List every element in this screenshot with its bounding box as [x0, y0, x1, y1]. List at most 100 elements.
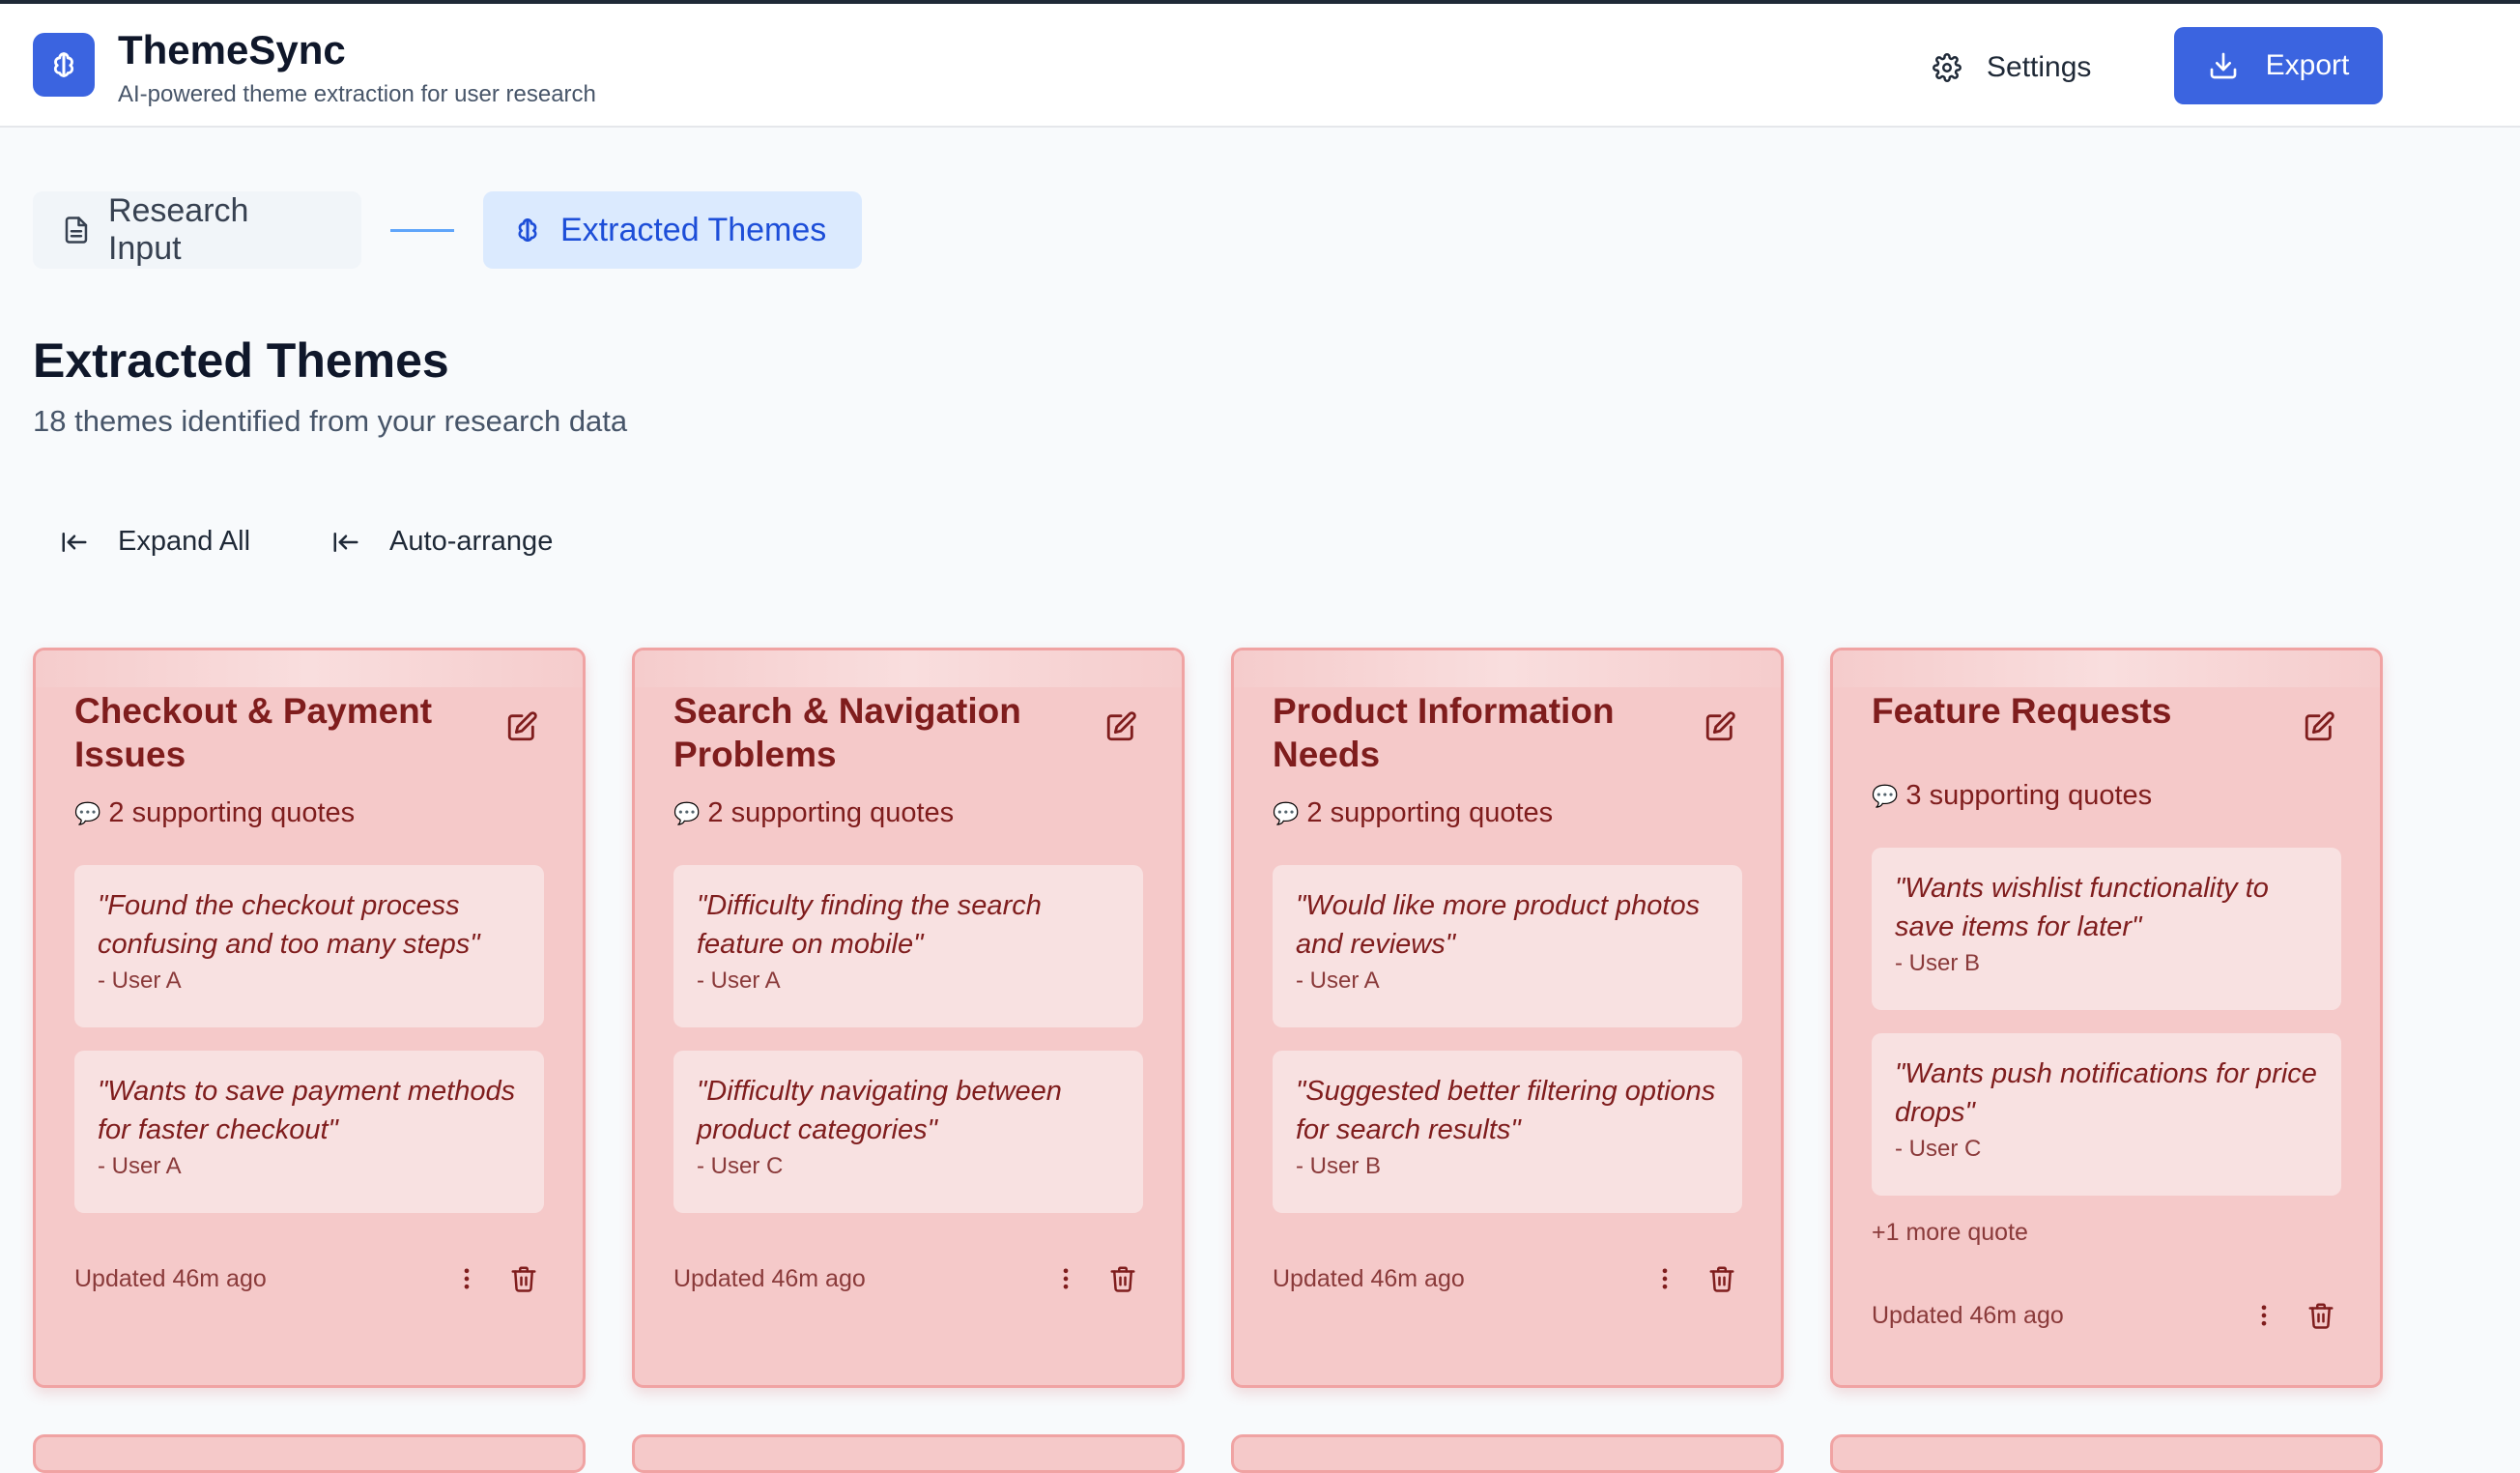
theme-card-feature-requests[interactable]: Feature Requests 💬 3 supporting quotes "…	[1830, 648, 2383, 1388]
export-button[interactable]: Export	[2174, 27, 2383, 104]
theme-card-partial[interactable]	[33, 1434, 586, 1473]
quote-count-label: 2 supporting quotes	[1306, 797, 1554, 828]
quote-user: - User B	[1895, 950, 1981, 976]
card-top-band	[1833, 650, 2380, 687]
theme-title: Product Information Needs	[1273, 691, 1615, 774]
quote-text: "Suggested better filtering options for …	[1296, 1076, 1716, 1145]
trash-icon[interactable]	[1707, 1263, 1736, 1294]
download-icon	[2210, 52, 2236, 79]
theme-card-product-information[interactable]: Product Information Needs 💬 2 supporting…	[1231, 648, 1784, 1388]
updated-timestamp: Updated 46m ago	[1872, 1301, 2064, 1329]
quote-count: 💬 3 supporting quotes	[1872, 780, 2152, 812]
step-research-input[interactable]: Research Input	[33, 191, 361, 269]
trash-icon[interactable]	[509, 1263, 538, 1294]
quote-text: "Difficulty navigating between product c…	[697, 1076, 1062, 1145]
theme-title: Feature Requests	[1872, 691, 2172, 731]
theme-card-search-navigation[interactable]: Search & Navigation Problems 💬 2 support…	[632, 648, 1185, 1388]
quote-count-label: 2 supporting quotes	[707, 797, 955, 828]
app-logo	[33, 33, 95, 97]
app-title: ThemeSync	[118, 27, 346, 72]
theme-card-checkout-payment[interactable]: Checkout & Payment Issues 💬 2 supporting…	[33, 648, 586, 1388]
quote-count-label: 3 supporting quotes	[1905, 780, 2153, 811]
card-top-band	[36, 650, 583, 687]
app-subtitle: AI-powered theme extraction for user res…	[118, 81, 596, 107]
speech-bubble-icon: 💬	[74, 800, 101, 825]
edit-icon[interactable]	[2303, 710, 2335, 743]
page-subtitle: 18 themes identified from your research …	[33, 404, 628, 438]
quote-text: "Wants push notifications for price drop…	[1895, 1058, 2317, 1128]
trash-icon[interactable]	[2306, 1300, 2335, 1331]
document-icon	[65, 217, 88, 244]
quote-text: "Would like more product photos and revi…	[1296, 890, 1701, 960]
arrow-left-to-line-icon	[62, 532, 87, 552]
step-extracted-themes[interactable]: Extracted Themes	[483, 191, 862, 269]
quote-user: - User A	[697, 968, 781, 994]
edit-icon[interactable]	[1104, 710, 1137, 743]
more-vertical-icon[interactable]	[1052, 1263, 1079, 1294]
quote-user: - User C	[697, 1153, 784, 1179]
more-quotes-link[interactable]: +1 more quote	[1872, 1219, 2028, 1247]
settings-button[interactable]: Settings	[1933, 35, 2135, 101]
theme-title: Checkout & Payment Issues	[74, 691, 433, 774]
quote-card: "Wants wishlist functionality to save it…	[1872, 848, 2341, 1010]
export-label: Export	[2265, 49, 2350, 81]
quote-user: - User A	[1296, 968, 1380, 994]
card-footer: Updated 46m ago	[673, 1259, 1137, 1298]
speech-bubble-icon: 💬	[673, 800, 701, 825]
quote-card: "Suggested better filtering options for …	[1273, 1051, 1742, 1213]
quote-count-label: 2 supporting quotes	[108, 797, 356, 828]
quote-count: 💬 2 supporting quotes	[1273, 797, 1553, 829]
quote-card: "Would like more product photos and revi…	[1273, 865, 1742, 1027]
theme-card-partial[interactable]	[1830, 1434, 2383, 1473]
quote-text: "Difficulty finding the search feature o…	[697, 890, 1042, 960]
updated-timestamp: Updated 46m ago	[1273, 1264, 1465, 1292]
quote-text: "Wants wishlist functionality to save it…	[1895, 873, 2269, 942]
auto-arrange-label: Auto-arrange	[389, 526, 554, 557]
quote-card: "Difficulty navigating between product c…	[673, 1051, 1143, 1213]
quote-count: 💬 2 supporting quotes	[673, 797, 954, 829]
updated-timestamp: Updated 46m ago	[673, 1264, 866, 1292]
edit-icon[interactable]	[505, 710, 538, 743]
trash-icon[interactable]	[1108, 1263, 1137, 1294]
themes-toolbar: Expand All Auto-arrange	[60, 526, 553, 558]
card-top-band	[1234, 650, 1781, 687]
auto-arrange-button[interactable]: Auto-arrange	[331, 526, 553, 558]
theme-cards: Checkout & Payment Issues 💬 2 supporting…	[33, 648, 2391, 1473]
card-footer: Updated 46m ago	[74, 1259, 538, 1298]
more-vertical-icon[interactable]	[453, 1263, 480, 1294]
quote-card: "Difficulty finding the search feature o…	[673, 865, 1143, 1027]
gear-icon	[1933, 53, 1962, 82]
step-label: Extracted Themes	[560, 211, 827, 248]
brain-icon	[518, 218, 537, 242]
step-connector	[390, 228, 454, 232]
speech-bubble-icon: 💬	[1273, 800, 1300, 825]
quote-card: "Wants to save payment methods for faste…	[74, 1051, 544, 1213]
theme-title: Search & Navigation Problems	[673, 691, 1021, 774]
theme-card-partial[interactable]	[632, 1434, 1185, 1473]
card-top-band	[635, 650, 1182, 687]
quote-user: - User A	[98, 968, 182, 994]
expand-all-label: Expand All	[118, 526, 251, 557]
more-vertical-icon[interactable]	[2250, 1300, 2277, 1331]
app-header: ThemeSync AI-powered theme extraction fo…	[0, 4, 2520, 128]
workflow-steps: Research Input Extracted Themes	[33, 191, 862, 269]
quote-text: "Wants to save payment methods for faste…	[98, 1076, 516, 1145]
quote-user: - User B	[1296, 1153, 1382, 1179]
theme-card-partial[interactable]	[1231, 1434, 1784, 1473]
card-footer: Updated 46m ago	[1872, 1296, 2335, 1335]
page-title: Extracted Themes	[33, 333, 449, 388]
card-footer: Updated 46m ago	[1273, 1259, 1736, 1298]
edit-icon[interactable]	[1704, 710, 1736, 743]
more-vertical-icon[interactable]	[1651, 1263, 1678, 1294]
quote-card: "Wants push notifications for price drop…	[1872, 1033, 2341, 1196]
arrow-left-to-line-icon	[333, 532, 358, 552]
expand-all-button[interactable]: Expand All	[60, 526, 250, 558]
settings-label: Settings	[1987, 51, 2092, 83]
quote-text: "Found the checkout process confusing an…	[98, 890, 480, 960]
speech-bubble-icon: 💬	[1872, 783, 1899, 808]
quote-user: - User C	[1895, 1136, 1982, 1162]
updated-timestamp: Updated 46m ago	[74, 1264, 267, 1292]
quote-count: 💬 2 supporting quotes	[74, 797, 355, 829]
step-label: Research Input	[107, 192, 249, 267]
quote-card: "Found the checkout process confusing an…	[74, 865, 544, 1027]
